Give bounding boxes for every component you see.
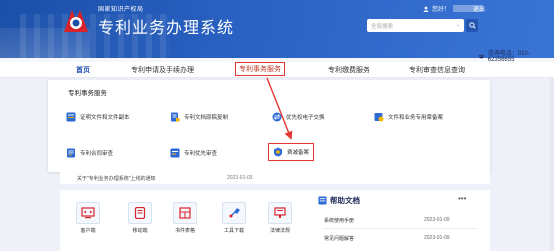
mobile-icon xyxy=(134,207,146,219)
tools-download-icon xyxy=(229,208,240,218)
menu-item-priority-review[interactable]: 专利优先审查 xyxy=(170,148,217,158)
help-docs-title: 帮助文档 xyxy=(318,195,360,206)
nav-item-patent-affairs[interactable]: 专利事务服务 xyxy=(235,62,285,76)
priority-icon xyxy=(170,148,180,158)
phone-icon xyxy=(478,54,485,58)
forms-icon xyxy=(179,207,191,219)
notice-bar: 关于"专利业务办理系统"上线的通知 2023-01-03 xyxy=(60,172,490,184)
notice-date: 2023-01-03 xyxy=(227,175,253,181)
menu-item-certificate-copy[interactable]: 证明文件和文件副本 xyxy=(66,112,130,122)
tool-download[interactable]: 工具下载 xyxy=(220,202,248,234)
hotline: 咨询电话：010-62356655 xyxy=(478,48,554,63)
logout-link[interactable]: 退出 xyxy=(473,4,485,13)
tool-client[interactable]: 客户端 xyxy=(74,202,102,234)
tool-label: 移动端 xyxy=(132,228,148,234)
search-button[interactable] xyxy=(466,19,478,32)
menu-item-label: 专利优先审查 xyxy=(184,151,218,157)
user-icon xyxy=(423,6,429,12)
global-search-input[interactable]: 全局搜索 ⌄ xyxy=(367,19,464,32)
header-banner: 国家知识产权局 专利业务办理系统 您好！ 退出 全局搜索 ⌄ xyxy=(0,0,554,58)
contract-icon xyxy=(67,148,75,158)
menu-item-document-copy[interactable]: 专利文档原稿复制 xyxy=(170,112,228,122)
seal-icon xyxy=(374,113,384,122)
menu-item-label: 文件和业务专用章备案 xyxy=(388,115,444,121)
nav-item-examination-query[interactable]: 专利审查信息查询 xyxy=(409,65,465,75)
tool-law[interactable]: 法律法规 xyxy=(266,202,294,234)
system-title[interactable]: 专利业务办理系统 xyxy=(98,14,234,38)
law-icon xyxy=(274,207,286,218)
dropdown-heading: 专利事务服务 xyxy=(68,90,107,97)
menu-item-label: 费减备案 xyxy=(287,150,310,156)
menu-item-label: 优先权电子交换 xyxy=(286,115,325,121)
help-doc-date: 2023-01-09 xyxy=(424,217,450,223)
tool-label: 工具下载 xyxy=(223,228,244,234)
menu-item-label: 专利文档原稿复制 xyxy=(184,115,229,121)
menu-item-seal-filing[interactable]: 文件和业务专用章备案 xyxy=(374,112,443,122)
user-greeting: 您好！ xyxy=(432,7,451,13)
certificate-icon xyxy=(66,112,76,122)
patent-affairs-dropdown: 专利事务服务 证明文件和文件副本 专利文档原稿复制 优先权电子交换 文件和业务专… xyxy=(48,80,490,172)
search-icon xyxy=(468,22,476,29)
more-icon[interactable]: ••• xyxy=(458,194,466,203)
client-icon xyxy=(81,207,95,219)
help-title-text: 帮助文档 xyxy=(330,196,360,205)
book-icon xyxy=(318,196,327,205)
tool-label: 书件表格 xyxy=(174,228,195,234)
menu-item-contract-review[interactable]: 专利合同审查 xyxy=(66,148,113,158)
nav-item-fee-payment[interactable]: 专利缴费服务 xyxy=(328,65,370,75)
cnipa-logo-icon xyxy=(64,10,88,32)
org-name: 国家知识产权局 xyxy=(98,7,144,13)
search-placeholder: 全局搜索 xyxy=(371,24,394,30)
tool-mobile[interactable]: 移动端 xyxy=(126,202,154,234)
menu-item-label: 专利合同审查 xyxy=(80,151,114,157)
tool-label: 客户端 xyxy=(80,228,96,234)
fee-reduction-icon xyxy=(274,147,282,157)
nav-item-home[interactable]: 首页 xyxy=(76,65,90,75)
tool-label: 法律法规 xyxy=(269,228,290,234)
menu-item-priority-exchange[interactable]: 优先权电子交换 xyxy=(272,112,325,122)
lower-panel: 客户端 移动端 书件表格 工具下载 法律法规 帮助文档 ••• 系统使用手册 2… xyxy=(60,190,490,251)
menu-item-fee-reduction[interactable]: 费减备案 xyxy=(268,143,315,161)
tool-forms[interactable]: 书件表格 xyxy=(171,202,199,234)
hotline-text: 咨询电话：010-62356655 xyxy=(487,51,530,63)
nav-item-application[interactable]: 专利申请及手续办理 xyxy=(131,65,194,75)
divider xyxy=(322,228,477,229)
main-nav: 首页 专利申请及手续办理 专利事务服务 专利缴费服务 专利审查信息查询 xyxy=(0,62,554,78)
help-doc-link[interactable]: 常见问题解答 xyxy=(324,235,354,242)
notice-link[interactable]: 关于"专利业务办理系统"上线的通知 xyxy=(77,175,156,182)
page-scrollbar[interactable] xyxy=(550,78,554,251)
menu-item-label: 证明文件和文件副本 xyxy=(80,115,130,121)
exchange-icon xyxy=(272,112,282,122)
help-doc-link[interactable]: 系统使用手册 xyxy=(324,217,354,224)
document-copy-icon xyxy=(171,112,180,122)
chevron-down-icon[interactable]: ⌄ xyxy=(456,22,460,28)
help-doc-date: 2023-01-09 xyxy=(424,235,450,241)
